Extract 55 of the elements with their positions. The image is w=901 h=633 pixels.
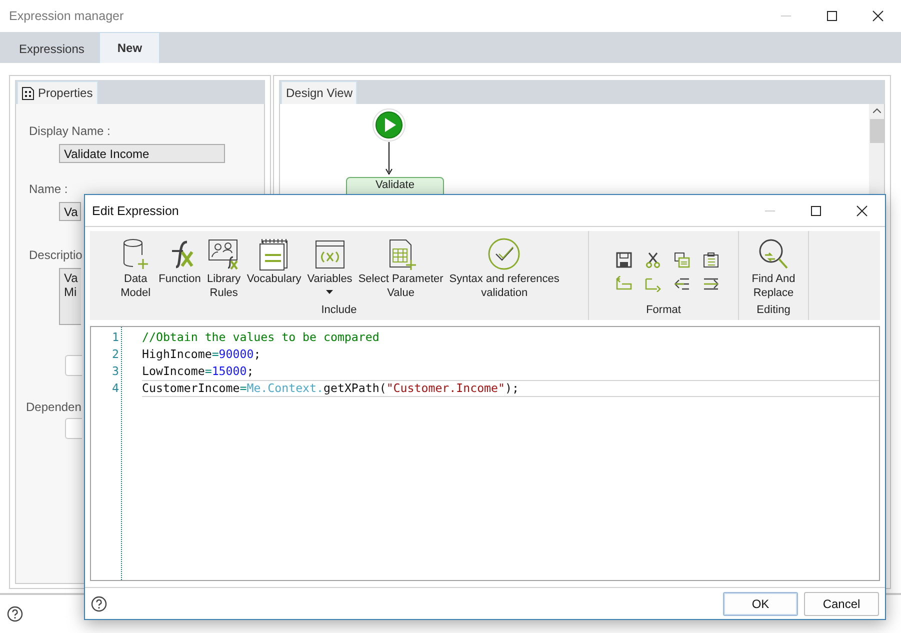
help-icon[interactable] [7, 606, 23, 622]
group-label: Editing [756, 304, 790, 318]
dialog-button[interactable]: OK [723, 592, 798, 616]
code-line: HighIncome=90000; [142, 346, 262, 363]
grid-document-icon [22, 86, 34, 100]
outdent-icon [674, 276, 690, 292]
code-line: //Obtain the values to be compared [142, 329, 380, 346]
tab[interactable]: New [99, 32, 160, 63]
code-line: LowIncome=15000; [142, 363, 255, 380]
description-field[interactable]: Va Mi [59, 268, 81, 325]
field-label: Display Name : [29, 124, 110, 138]
redo-icon [645, 276, 661, 292]
ribbon-button[interactable]: Vocabulary [244, 236, 304, 304]
ribbon-button[interactable]: Library Rules [204, 236, 243, 304]
close-icon[interactable] [873, 11, 883, 21]
code-line: CustomerIncome=Me.Context.getXPath("Customer.Income"); [142, 380, 879, 397]
field-label: Descriptio [29, 248, 82, 262]
code-editor[interactable]: 1 2 3 4 //Obtain the values to be compared HighIncome=90000; LowIncome=15000; CustomerIncome=Me.Context.getXPath("Customer.Income"); [90, 326, 880, 581]
maximize-icon[interactable] [827, 11, 837, 21]
ribbon-button[interactable]: Data Model [116, 236, 155, 304]
dialog-button[interactable]: Cancel [804, 592, 879, 616]
scroll-up-icon[interactable] [872, 108, 880, 113]
help-icon[interactable] [91, 596, 107, 612]
text-field[interactable]: Va [59, 202, 81, 221]
ribbon-button[interactable]: Function [156, 236, 203, 304]
start-play-icon [372, 108, 406, 142]
properties-tab[interactable]: Properties [17, 81, 98, 104]
ribbon-button[interactable]: Find And Replace [750, 236, 798, 304]
scroll-thumb[interactable] [870, 119, 884, 143]
field-label: Dependen [26, 400, 82, 414]
ribbon-button[interactable]: Variables [305, 236, 354, 304]
maximize-icon[interactable] [811, 206, 821, 216]
ribbon-button[interactable]: Syntax and references validation [447, 236, 562, 304]
group-label: Format [646, 304, 681, 318]
scissors-icon [645, 252, 661, 268]
indent-icon [703, 276, 719, 292]
close-icon[interactable] [857, 206, 867, 216]
tab[interactable]: Expressions [4, 34, 100, 63]
undo-icon [616, 276, 632, 292]
line-number: 3 [112, 363, 119, 380]
line-number: 1 [112, 329, 119, 346]
clipboard-icon [703, 252, 719, 268]
save-icon [616, 252, 632, 268]
text-field[interactable]: Validate Income [59, 144, 225, 163]
ribbon-button[interactable]: Select Parameter Value [356, 236, 446, 304]
line-number: 4 [112, 380, 119, 397]
design-view-tab[interactable]: Design View [281, 81, 358, 104]
check-circle-icon [487, 237, 522, 271]
line-number: 2 [112, 346, 119, 363]
dialog-title: Edit Expression [92, 204, 180, 218]
connector-arrow [384, 142, 394, 176]
field-label: Name : [29, 182, 68, 196]
copy-icon [674, 252, 690, 268]
window-title: Expression manager [9, 9, 125, 23]
group-label: Include [321, 304, 357, 318]
